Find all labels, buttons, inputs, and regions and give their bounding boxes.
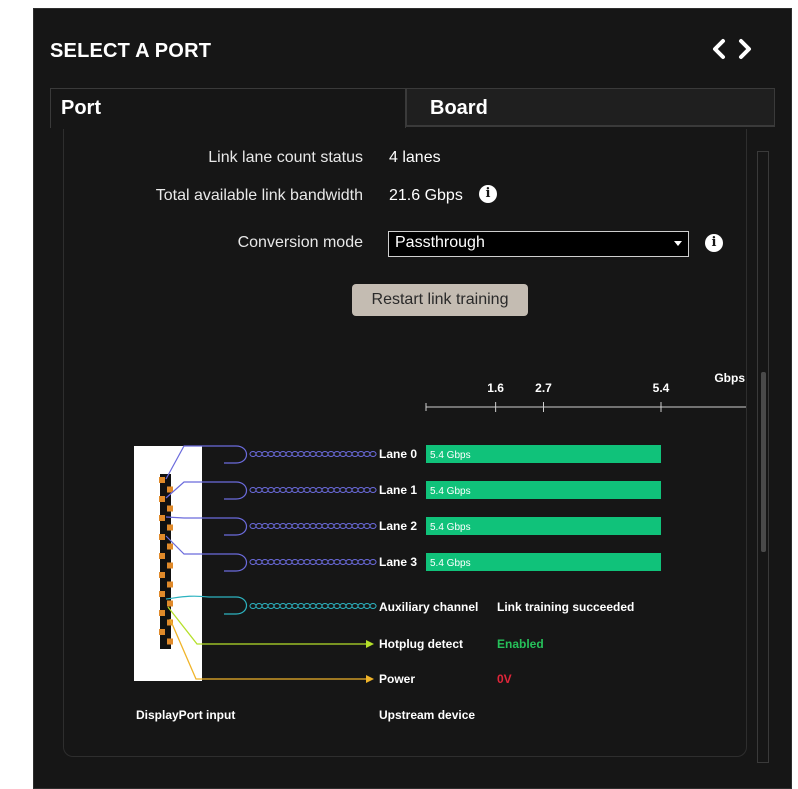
chevron-left-icon[interactable] — [708, 35, 730, 63]
lane-coil — [249, 451, 377, 457]
connector-pin — [167, 600, 173, 607]
connector-pin — [159, 477, 165, 483]
lane-coil — [249, 487, 377, 493]
connector-pin — [167, 543, 173, 550]
scrollbar-thumb[interactable] — [761, 372, 766, 552]
lane-label: Lane 3 — [379, 555, 417, 569]
tab-board[interactable]: Board — [406, 88, 775, 126]
connector-pin — [159, 591, 165, 597]
link-diagram: Gbps 1.6 2.7 5.4 Lane 0 5.4 Gbps Lane 1 5.4 G… — [134, 371, 746, 722]
power-label: Power — [379, 672, 415, 686]
connector-pin — [159, 610, 165, 616]
connector-pin — [159, 515, 165, 521]
connector-pin — [167, 638, 173, 645]
aux-channel-label: Auxiliary channel — [379, 600, 478, 614]
connector-pin — [159, 629, 165, 635]
lane-label: Lane 0 — [379, 447, 417, 461]
port-navigation — [708, 35, 758, 63]
lane-row: Lane 1 5.4 Gbps — [165, 481, 661, 500]
upstream-device-label: Upstream device — [379, 708, 475, 722]
lane-rate-label: 5.4 Gbps — [430, 522, 471, 533]
panel-title: SELECT A PORT — [50, 40, 212, 62]
lane-rate-label: 5.4 Gbps — [430, 558, 471, 569]
power-row: Power 0V — [169, 618, 512, 686]
aux-channel-status: Link training succeeded — [497, 600, 634, 614]
connector-pin — [159, 534, 165, 540]
axis-unit-label: Gbps — [714, 371, 745, 385]
hotplug-arrow — [366, 640, 374, 648]
connector-pin — [167, 486, 173, 493]
tab-port[interactable]: Port — [50, 88, 406, 128]
axis-tick-label: 5.4 — [653, 381, 670, 395]
power-arrow — [366, 675, 374, 683]
port-content: Link lane count status 4 lanes Total ava… — [63, 129, 747, 757]
scrollbar[interactable] — [757, 151, 769, 763]
power-status: 0V — [497, 672, 512, 686]
aux-channel-row: Auxiliary channel Link training succeede… — [165, 595, 634, 615]
hotplug-status: Enabled — [497, 637, 544, 651]
lane-row: Lane 3 5.4 Gbps — [165, 535, 661, 572]
lane-coil — [249, 523, 377, 529]
connector-pin — [159, 572, 165, 578]
axis-tick-label: 2.7 — [535, 381, 552, 395]
displayport-input-label: DisplayPort input — [136, 708, 235, 722]
lane-label: Lane 1 — [379, 483, 417, 497]
lane-coil — [249, 559, 377, 565]
lane-row: Lane 0 5.4 Gbps — [165, 445, 661, 480]
select-port-panel: SELECT A PORT Board Port Link lane count… — [33, 8, 792, 789]
lane-label: Lane 2 — [379, 519, 417, 533]
axis-tick-label: 1.6 — [487, 381, 504, 395]
aux-channel-wire — [249, 603, 377, 609]
lane-rate-label: 5.4 Gbps — [430, 486, 471, 497]
connector-pin — [167, 505, 173, 512]
lane-row: Lane 2 5.4 Gbps — [165, 516, 661, 536]
connector-pin — [159, 553, 165, 559]
lane-rate-label: 5.4 Gbps — [430, 450, 471, 461]
lane-rows: Lane 0 5.4 Gbps Lane 1 5.4 Gbps Lane 2 5.4 Gb… — [165, 445, 661, 572]
connector-pin — [159, 496, 165, 502]
chevron-right-icon[interactable] — [734, 35, 756, 63]
connector-pin — [167, 524, 173, 531]
connector-pin — [167, 581, 173, 588]
tab-divider — [406, 126, 775, 127]
connector-pin — [167, 562, 173, 569]
hotplug-label: Hotplug detect — [379, 637, 463, 651]
